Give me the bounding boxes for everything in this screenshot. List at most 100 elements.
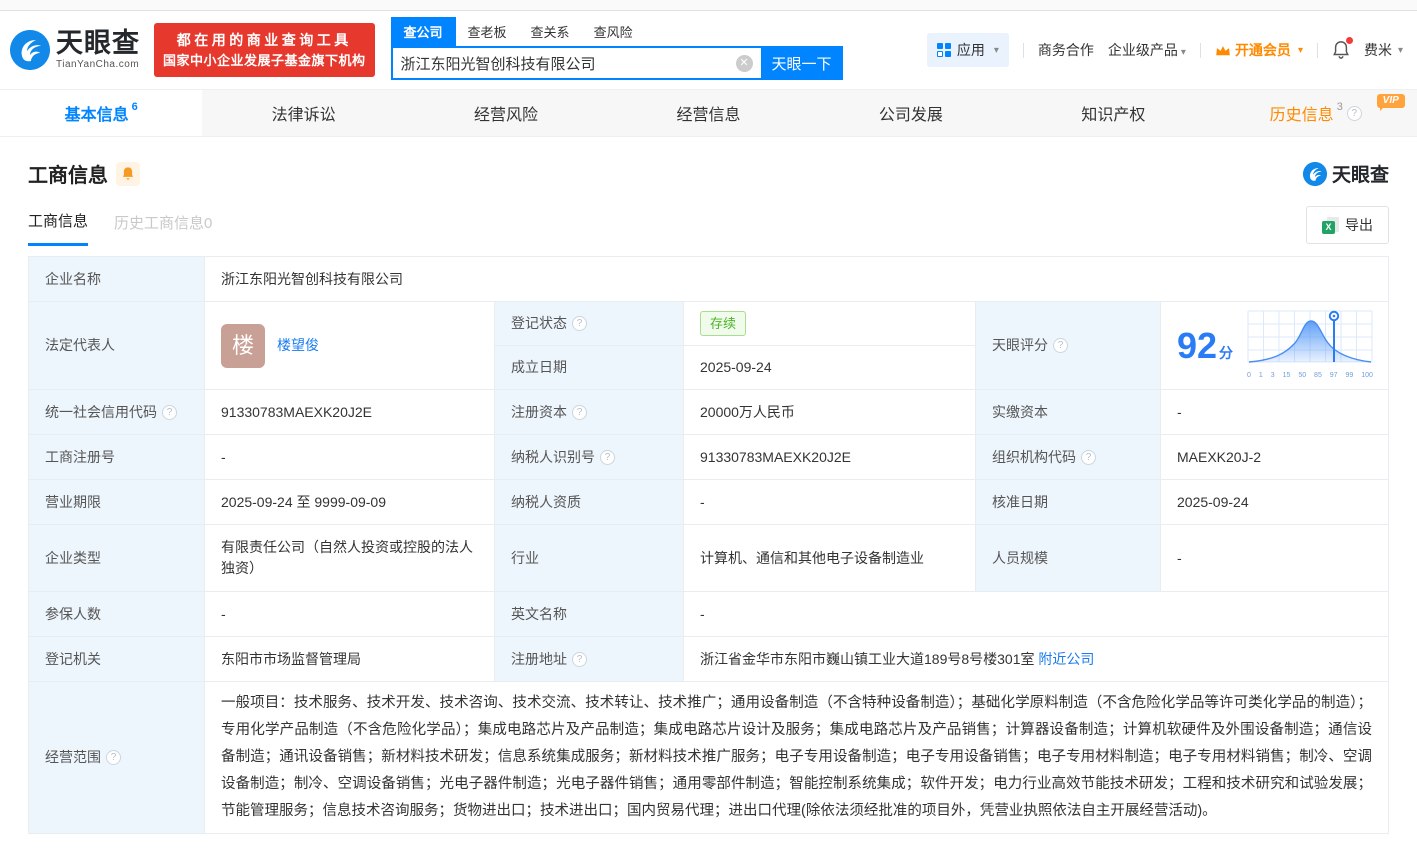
help-icon[interactable]: ? bbox=[1347, 106, 1362, 121]
reg-capital-value: 20000万人民币 bbox=[684, 390, 976, 435]
search-tab-boss[interactable]: 查老板 bbox=[456, 17, 519, 46]
help-icon[interactable]: ? bbox=[106, 750, 121, 765]
search-tab-company[interactable]: 查公司 bbox=[391, 17, 456, 46]
search-input-box: ✕ bbox=[391, 46, 761, 80]
tab-label: 知识产权 bbox=[1081, 101, 1145, 125]
paid-capital-label: 实缴资本 bbox=[976, 390, 1161, 435]
nav-enterprise-products[interactable]: 企业级产品▾ bbox=[1108, 40, 1186, 60]
apps-grid-icon bbox=[937, 43, 951, 57]
username: 费米 bbox=[1364, 40, 1392, 60]
search-tab-risk[interactable]: 查风险 bbox=[582, 17, 645, 46]
score-distribution-chart: 0131550859799100 bbox=[1247, 310, 1373, 382]
tab-intellectual-property[interactable]: 知识产权 bbox=[1012, 90, 1214, 136]
help-icon[interactable]: ? bbox=[1053, 338, 1068, 353]
company-tab-bar: 基本信息6 法律诉讼 经营风险 经营信息 公司发展 知识产权 VIP 历史信息3… bbox=[0, 89, 1417, 137]
subscribe-bell-icon[interactable] bbox=[116, 162, 140, 186]
slogan-line2: 国家中小企业发展子基金旗下机构 bbox=[163, 51, 366, 71]
tianyancha-logo[interactable]: 天眼查 TianYanCha.com bbox=[10, 30, 140, 70]
export-button[interactable]: X 导出 bbox=[1306, 206, 1389, 244]
tianyancha-logo-icon bbox=[10, 30, 50, 70]
taxpayer-id-label: 纳税人识别号? bbox=[495, 435, 684, 480]
insured-value: - bbox=[205, 592, 495, 637]
insured-label: 参保人数 bbox=[29, 592, 205, 637]
tab-label: 经营信息 bbox=[676, 101, 740, 125]
help-icon[interactable]: ? bbox=[162, 405, 177, 420]
section-title: 工商信息 bbox=[28, 159, 108, 188]
slogan-line1: 都在用的商业查询工具 bbox=[163, 30, 366, 51]
legal-rep-avatar[interactable]: 楼 bbox=[221, 324, 265, 368]
slogan-banner: 都在用的商业查询工具 国家中小企业发展子基金旗下机构 bbox=[154, 23, 375, 78]
address-value: 浙江省金华市东阳市巍山镇工业大道189号8号楼301室 附近公司 bbox=[684, 637, 1388, 682]
tab-operational-risk[interactable]: 经营风险 bbox=[405, 90, 607, 136]
membership-label: 开通会员 bbox=[1235, 40, 1291, 60]
tab-label: 历史信息 bbox=[1270, 101, 1334, 125]
nearby-companies-link[interactable]: 附近公司 bbox=[1038, 649, 1094, 670]
clear-search-icon[interactable]: ✕ bbox=[736, 55, 753, 72]
notification-bell-icon[interactable] bbox=[1332, 40, 1350, 60]
nav-divider bbox=[1317, 43, 1318, 58]
taxpayer-quality-value: - bbox=[684, 480, 976, 525]
score-axis-ticks: 0131550859799100 bbox=[1247, 371, 1373, 382]
search-area: 查公司 查老板 查关系 查风险 ✕ 天眼一下 bbox=[391, 20, 843, 80]
address-label: 注册地址? bbox=[495, 637, 684, 682]
subtab-row: 工商信息 历史工商信息0 X 导出 bbox=[0, 188, 1417, 250]
site-header: 天眼查 TianYanCha.com 都在用的商业查询工具 国家中小企业发展子基… bbox=[0, 11, 1417, 89]
approval-date-value: 2025-09-24 bbox=[1161, 480, 1388, 525]
subtab-history-business-info[interactable]: 历史工商信息0 bbox=[114, 212, 212, 245]
help-icon[interactable]: ? bbox=[572, 652, 587, 667]
tab-history-info[interactable]: VIP 历史信息3 ? bbox=[1215, 90, 1417, 136]
industry-label: 行业 bbox=[495, 525, 684, 592]
browser-top-strip bbox=[0, 0, 1417, 11]
status-badge: 存续 bbox=[700, 311, 746, 337]
help-icon[interactable]: ? bbox=[600, 450, 615, 465]
excel-icon: X bbox=[1322, 217, 1339, 234]
establish-date-label: 成立日期 bbox=[495, 346, 684, 389]
industry-value: 计算机、通信和其他电子设备制造业 bbox=[684, 525, 976, 592]
company-name-value: 浙江东阳光智创科技有限公司 bbox=[205, 257, 1388, 302]
chevron-down-icon: ▾ bbox=[1398, 45, 1403, 56]
company-name-label: 企业名称 bbox=[29, 257, 205, 302]
nav-business-cooperation[interactable]: 商务合作 bbox=[1038, 40, 1094, 60]
chevron-down-icon: ▾ bbox=[1181, 47, 1186, 58]
company-type-value: 有限责任公司（自然人投资或控股的法人独资） bbox=[205, 525, 495, 592]
org-code-label: 组织机构代码? bbox=[976, 435, 1161, 480]
subtab-business-info[interactable]: 工商信息 bbox=[28, 210, 88, 246]
taxpayer-quality-label: 纳税人资质 bbox=[495, 480, 684, 525]
legal-rep-link[interactable]: 楼望俊 bbox=[277, 335, 319, 356]
tab-legal-proceedings[interactable]: 法律诉讼 bbox=[202, 90, 404, 136]
export-label: 导出 bbox=[1345, 215, 1373, 235]
tianyancha-watermark: 天眼查 bbox=[1303, 160, 1389, 187]
search-input[interactable] bbox=[393, 55, 736, 72]
help-icon[interactable]: ? bbox=[1081, 450, 1096, 465]
taxpayer-id-value: 91330783MAEXK20J2E bbox=[684, 435, 976, 480]
tab-company-development[interactable]: 公司发展 bbox=[810, 90, 1012, 136]
tab-basic-info[interactable]: 基本信息6 bbox=[0, 90, 202, 136]
search-tab-relation[interactable]: 查关系 bbox=[519, 17, 582, 46]
tab-label: 基本信息 bbox=[65, 101, 129, 125]
reg-capital-label: 注册资本? bbox=[495, 390, 684, 435]
nav-divider bbox=[1200, 43, 1201, 58]
help-icon[interactable]: ? bbox=[572, 405, 587, 420]
tab-count: 6 bbox=[132, 101, 138, 113]
registry-label: 登记机关 bbox=[29, 637, 205, 682]
apps-label: 应用 bbox=[957, 40, 985, 60]
chevron-down-icon: ▾ bbox=[1298, 45, 1303, 56]
notification-dot bbox=[1346, 37, 1353, 44]
tab-business-info[interactable]: 经营信息 bbox=[607, 90, 809, 136]
search-button[interactable]: 天眼一下 bbox=[761, 46, 843, 80]
business-scope-value: 一般项目：技术服务、技术开发、技术咨询、技术交流、技术转让、技术推广；通用设备制… bbox=[205, 682, 1388, 833]
user-menu[interactable]: 费米 ▾ bbox=[1364, 40, 1403, 60]
english-name-value: - bbox=[684, 592, 1388, 637]
apps-menu[interactable]: 应用 ▾ bbox=[927, 33, 1009, 67]
tab-label: 公司发展 bbox=[879, 101, 943, 125]
score-unit: 分 bbox=[1219, 343, 1233, 364]
tab-label: 经营风险 bbox=[474, 101, 538, 125]
business-info-table: 企业名称 浙江东阳光智创科技有限公司 法定代表人 楼 楼望俊 登记状态? 存续 … bbox=[28, 256, 1389, 834]
open-membership-button[interactable]: 开通会员 ▾ bbox=[1215, 40, 1303, 60]
registry-value: 东阳市市场监督管理局 bbox=[205, 637, 495, 682]
company-type-label: 企业类型 bbox=[29, 525, 205, 592]
score-number: 92 bbox=[1177, 328, 1217, 364]
help-icon[interactable]: ? bbox=[572, 316, 587, 331]
approval-date-label: 核准日期 bbox=[976, 480, 1161, 525]
watermark-text: 天眼查 bbox=[1332, 160, 1389, 187]
